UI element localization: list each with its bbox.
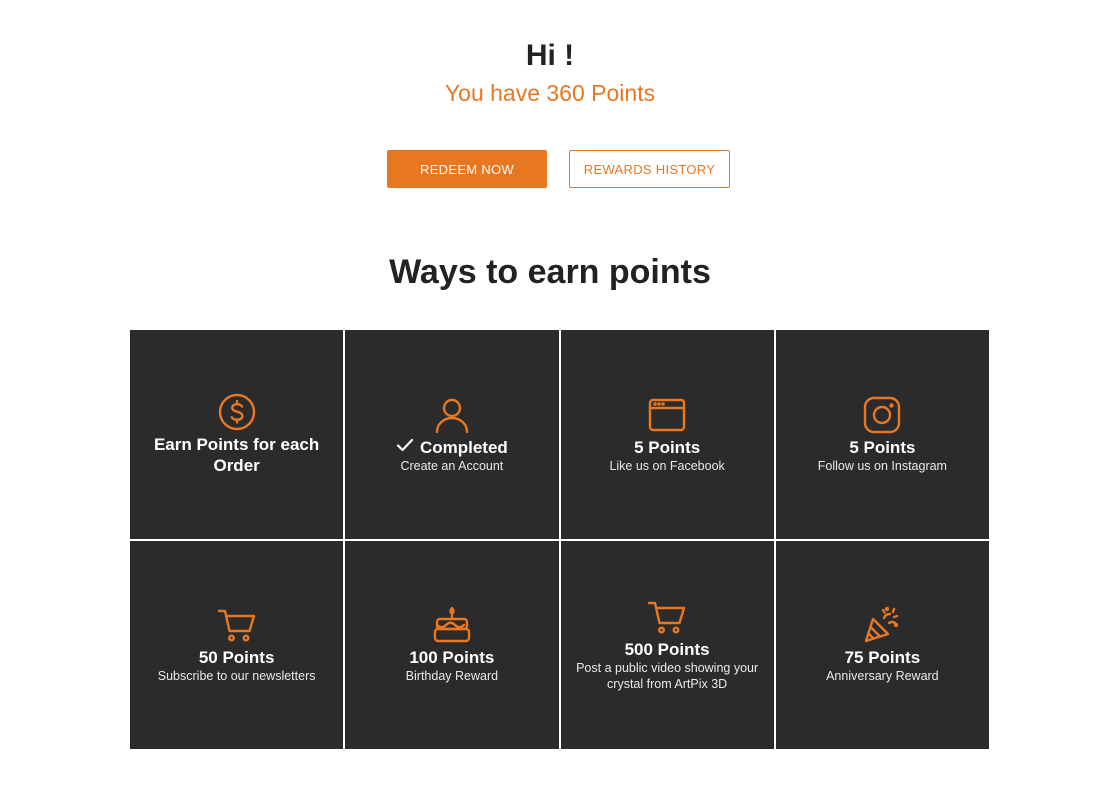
- earn-tile-newsletter[interactable]: 50 Points Subscribe to our newsletters: [130, 540, 344, 749]
- greeting-heading: Hi !: [525, 39, 575, 72]
- browser-window-icon: [647, 395, 687, 435]
- tile-subtitle: Post a public video showing your crystal…: [576, 661, 759, 692]
- user-icon: [432, 395, 472, 435]
- tile-subtitle: Birthday Reward: [405, 669, 499, 684]
- tile-title: 500 Points: [624, 640, 710, 660]
- checkmark-icon: [396, 438, 414, 457]
- shopping-cart-icon: [217, 605, 257, 645]
- ways-to-earn-heading: Ways to earn points: [389, 253, 711, 291]
- shopping-cart-icon: [647, 597, 687, 637]
- tile-subtitle: Subscribe to our newsletters: [157, 669, 316, 684]
- dollar-circle-icon: [217, 392, 257, 432]
- earn-points-grid: Earn Points for each Order Completed Cre…: [130, 330, 989, 749]
- earn-tile-birthday[interactable]: 100 Points Birthday Reward: [345, 540, 559, 749]
- tile-title: 5 Points: [634, 437, 701, 457]
- earn-tile-instagram[interactable]: 5 Points Follow us on Instagram: [775, 330, 989, 539]
- earn-tile-anniversary[interactable]: 75 Points Anniversary Reward: [775, 540, 989, 749]
- tile-subtitle: Follow us on Instagram: [817, 458, 947, 473]
- party-popper-icon: [862, 605, 902, 645]
- birthday-cake-icon: [432, 605, 472, 645]
- rewards-history-button[interactable]: REWARDS HISTORY: [569, 150, 730, 188]
- tile-subtitle: Like us on Facebook: [609, 458, 725, 473]
- tile-title: 100 Points: [409, 648, 495, 668]
- rewards-page: Hi ! You have 360 Points REDEEM NOW REWA…: [0, 0, 1100, 800]
- redeem-now-button[interactable]: REDEEM NOW: [387, 150, 547, 188]
- tile-subtitle: Anniversary Reward: [826, 669, 939, 684]
- earn-tile-facebook[interactable]: 5 Points Like us on Facebook: [560, 330, 774, 539]
- earn-tile-account[interactable]: Completed Create an Account: [345, 330, 559, 539]
- tile-title: Completed: [419, 437, 508, 457]
- tile-title: Earn Points for each Order: [153, 435, 320, 476]
- points-balance: You have 360 Points: [444, 80, 656, 106]
- tile-title: 5 Points: [849, 437, 916, 457]
- earn-tile-video[interactable]: 500 Points Post a public video showing y…: [560, 540, 774, 749]
- tile-title: 50 Points: [198, 648, 275, 668]
- tile-title: 75 Points: [844, 648, 921, 668]
- earn-tile-order[interactable]: Earn Points for each Order: [130, 330, 344, 539]
- tile-subtitle: Create an Account: [400, 458, 504, 473]
- instagram-icon: [862, 395, 902, 435]
